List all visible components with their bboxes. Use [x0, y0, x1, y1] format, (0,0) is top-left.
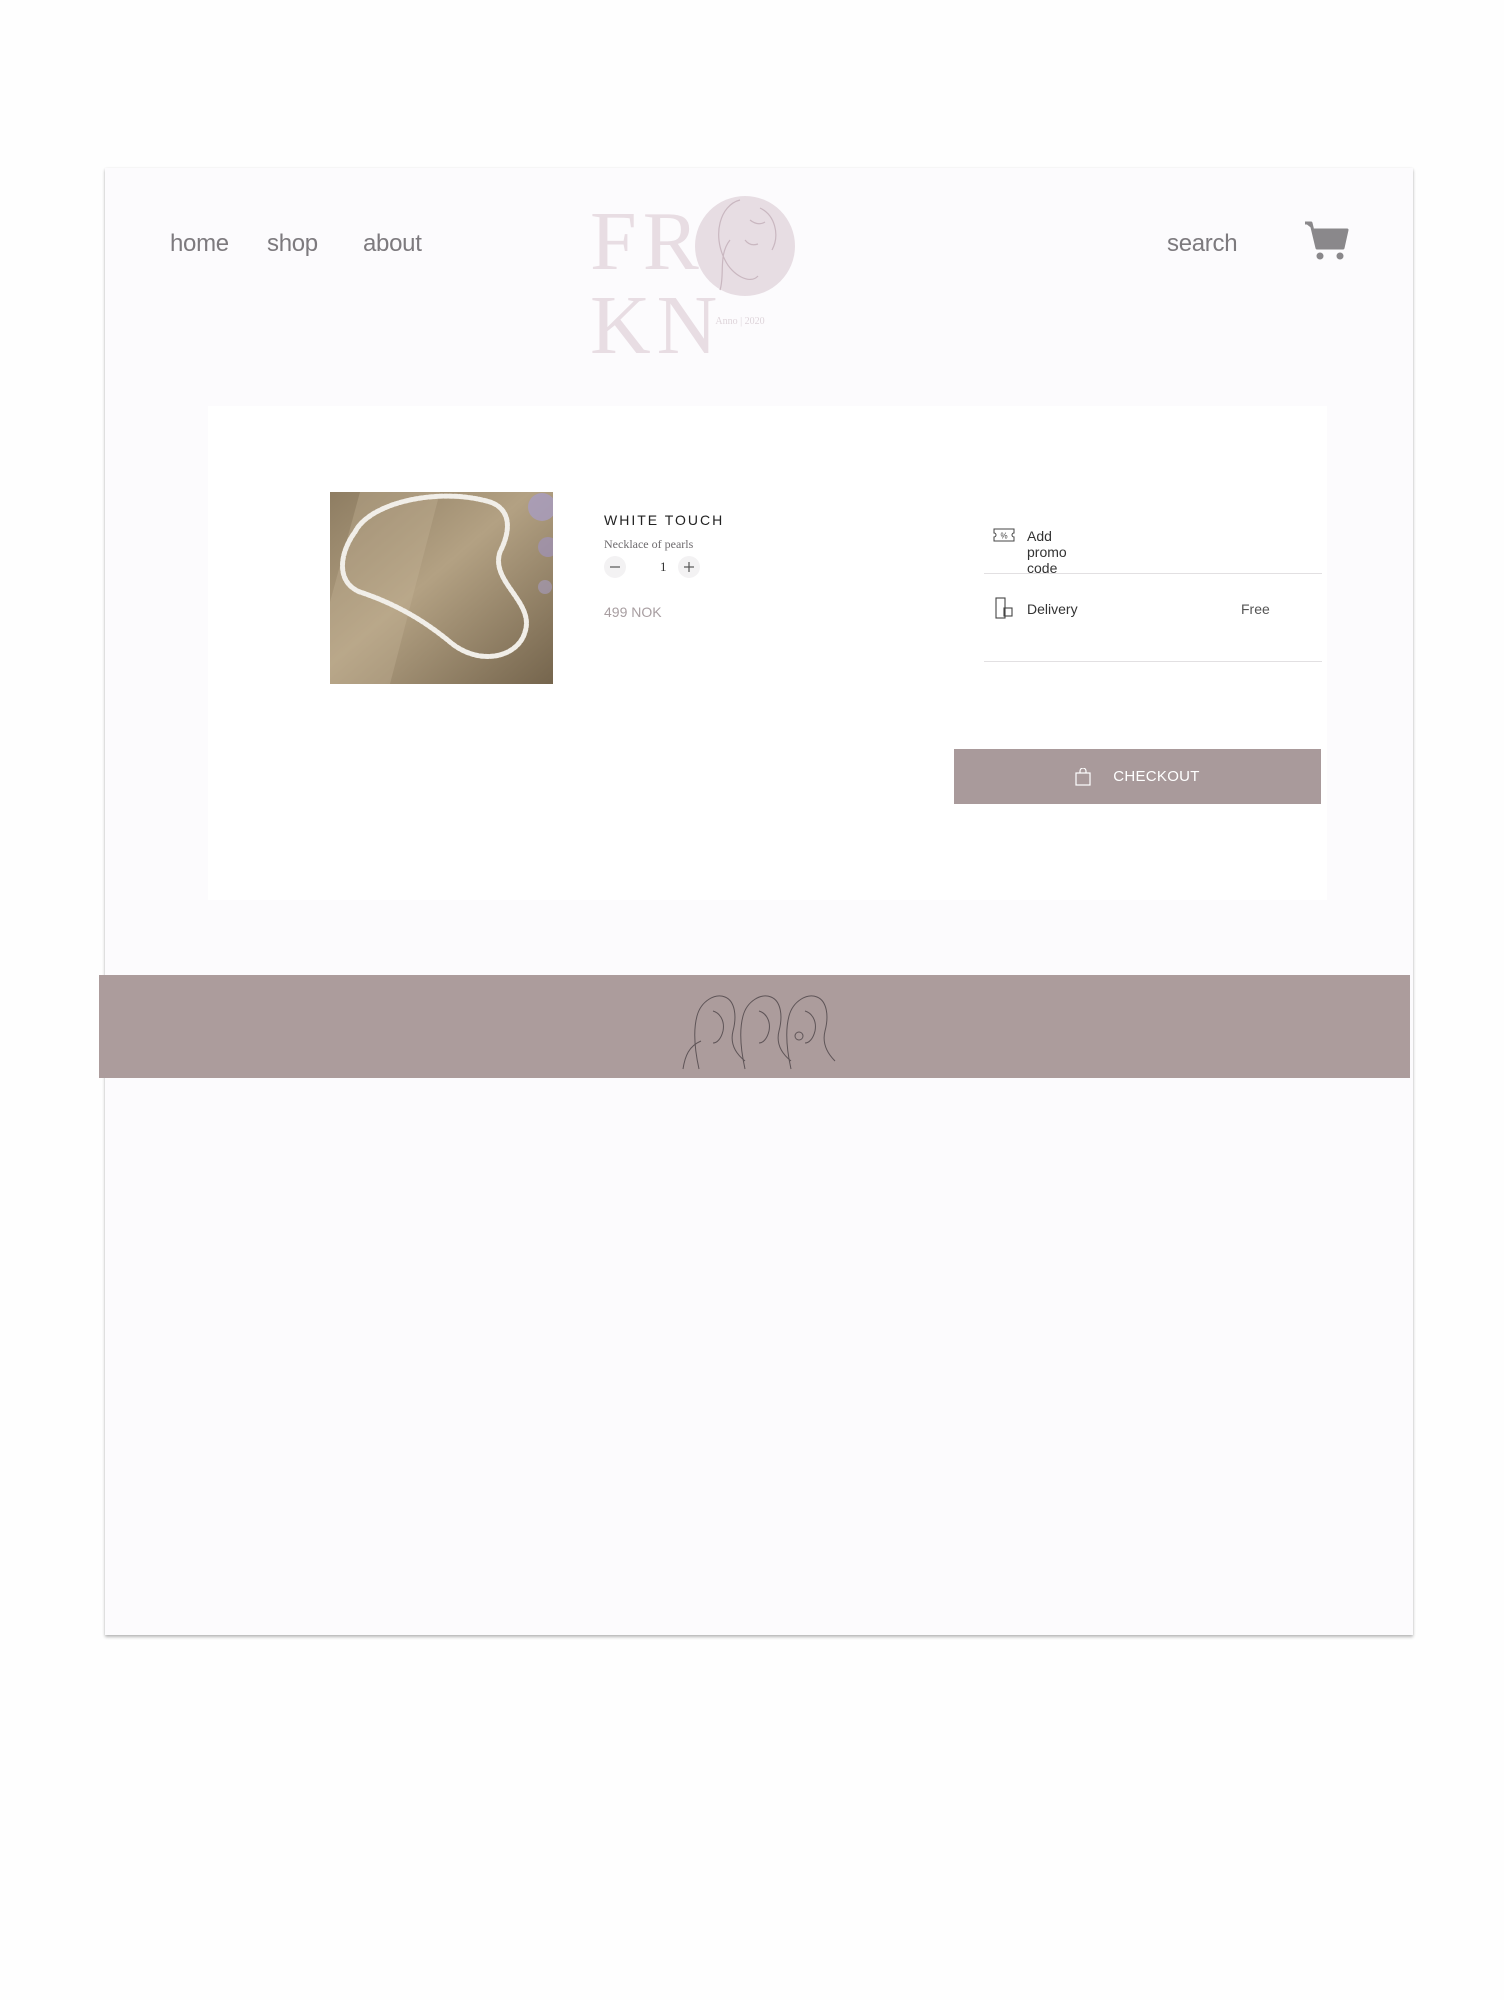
cart-icon[interactable]: [1303, 220, 1349, 262]
product-subtitle: Necklace of pearls: [604, 537, 694, 551]
ticket-percent-icon: %: [993, 528, 1015, 542]
quantity-decrease-button[interactable]: [604, 556, 626, 578]
promo-code-link[interactable]: Add promo code: [1027, 528, 1067, 576]
product-title[interactable]: WHITE TOUCH: [604, 512, 724, 528]
checkout-button[interactable]: CHECKOUT: [954, 749, 1321, 804]
svg-text:%: %: [1000, 532, 1007, 541]
logo-tagline: Anno | 2020: [715, 316, 765, 327]
cart-card: WHITE TOUCH Necklace of pearls 1 499 NOK…: [208, 406, 1327, 900]
plus-icon: [684, 562, 694, 572]
nav-shop-link[interactable]: shop: [267, 230, 318, 258]
product-image: [330, 492, 558, 684]
page-container: home shop about FR KN Anno | 2020 search: [105, 168, 1413, 1635]
quantity-increase-button[interactable]: [678, 556, 700, 578]
footer-band: [99, 975, 1410, 1078]
quantity-value[interactable]: 1: [660, 559, 667, 575]
brand-logo[interactable]: FR KN Anno | 2020: [590, 180, 920, 368]
nav-about-link[interactable]: about: [363, 230, 422, 258]
summary-divider: [984, 661, 1322, 662]
nav-home-link[interactable]: home: [170, 230, 229, 258]
delivery-value: Free: [1241, 601, 1270, 617]
search-link[interactable]: search: [1167, 230, 1238, 258]
delivery-label: Delivery: [1027, 601, 1078, 617]
product-price: 499 NOK: [604, 604, 662, 620]
footer-women-illustration: [682, 995, 836, 1070]
summary-divider: [984, 573, 1322, 574]
checkout-label: CHECKOUT: [1113, 768, 1200, 785]
minus-icon: [610, 566, 620, 568]
shopping-bag-icon: [1075, 767, 1091, 786]
delivery-box-icon: [995, 597, 1013, 619]
logo-wordmark: FR KN: [590, 195, 724, 372]
